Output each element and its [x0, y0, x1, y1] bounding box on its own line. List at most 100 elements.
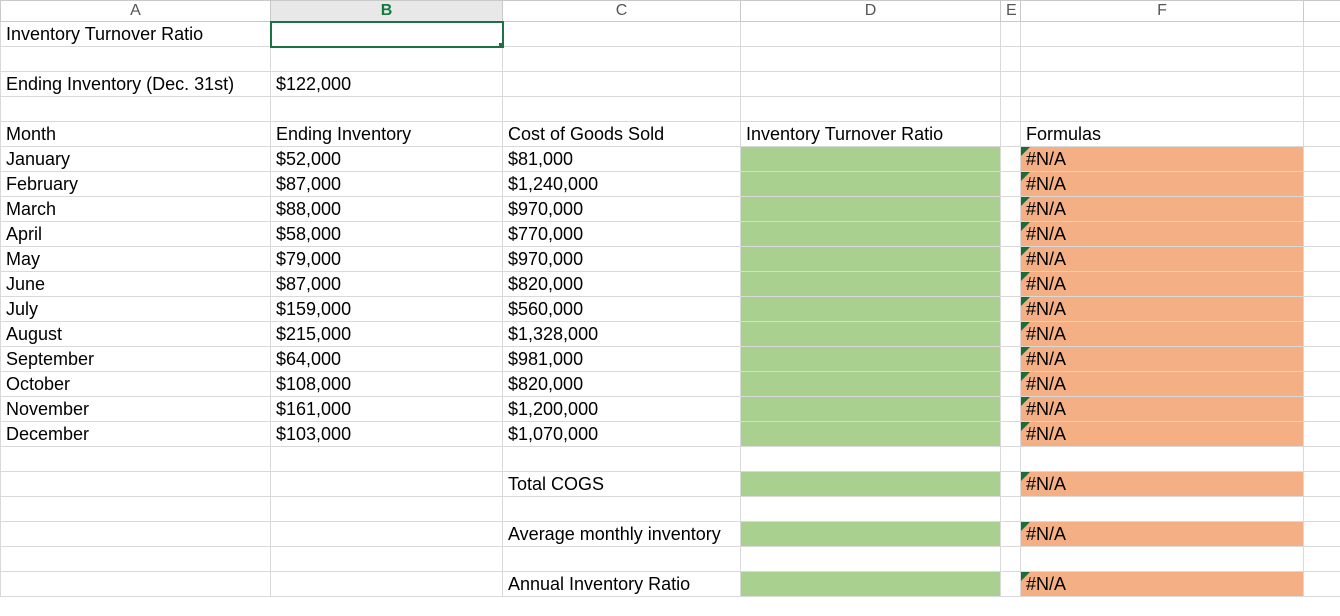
cell[interactable] — [503, 497, 741, 522]
cell[interactable] — [1304, 47, 1340, 72]
cell-ending-inv[interactable]: $87,000 — [271, 272, 503, 297]
row[interactable] — [1, 447, 1340, 472]
col-header-a[interactable]: A — [1, 1, 271, 22]
cell[interactable] — [1001, 172, 1021, 197]
cell[interactable] — [503, 72, 741, 97]
cell-ratio[interactable] — [741, 422, 1001, 447]
cell-ending-inv[interactable]: $215,000 — [271, 322, 503, 347]
cell-ratio[interactable] — [741, 397, 1001, 422]
cell-month[interactable]: April — [1, 222, 271, 247]
cell[interactable] — [1001, 22, 1021, 47]
cell-cogs[interactable]: $1,200,000 — [503, 397, 741, 422]
cell[interactable] — [503, 47, 741, 72]
cell-cogs[interactable]: $81,000 — [503, 147, 741, 172]
cell[interactable] — [1001, 197, 1021, 222]
cell-ratio[interactable] — [741, 247, 1001, 272]
cell-cogs[interactable]: $981,000 — [503, 347, 741, 372]
cell[interactable] — [1001, 497, 1021, 522]
cell-month[interactable]: November — [1, 397, 271, 422]
cell[interactable] — [1304, 472, 1340, 497]
summary-row[interactable]: Total COGS#N/A — [1, 472, 1340, 497]
selected-cell-b1[interactable] — [271, 22, 503, 47]
col-header-c[interactable]: C — [503, 1, 741, 22]
cell[interactable] — [741, 447, 1001, 472]
cell-cogs[interactable]: $1,328,000 — [503, 322, 741, 347]
table-row[interactable]: November$161,000$1,200,000#N/A — [1, 397, 1340, 422]
cell[interactable] — [1, 97, 271, 122]
cell-formula[interactable]: #N/A — [1021, 247, 1304, 272]
cell[interactable] — [1304, 497, 1340, 522]
cell[interactable] — [1304, 547, 1340, 572]
cell[interactable] — [271, 497, 503, 522]
cell-ratio[interactable] — [741, 347, 1001, 372]
cell[interactable] — [271, 522, 503, 547]
cell-month[interactable]: June — [1, 272, 271, 297]
cell[interactable] — [1, 547, 271, 572]
cell[interactable] — [1304, 372, 1340, 397]
cell-ending-inv[interactable]: $159,000 — [271, 297, 503, 322]
total-cogs-value[interactable] — [741, 472, 1001, 497]
annual-ratio-formula[interactable]: #N/A — [1021, 572, 1304, 597]
cell[interactable] — [1001, 147, 1021, 172]
cell[interactable] — [1, 572, 271, 597]
table-row[interactable]: December$103,000$1,070,000#N/A — [1, 422, 1340, 447]
cell-ratio[interactable] — [741, 172, 1001, 197]
cell-cogs[interactable]: $560,000 — [503, 297, 741, 322]
cell-ratio[interactable] — [741, 297, 1001, 322]
cell-ending-inv[interactable]: $52,000 — [271, 147, 503, 172]
cell[interactable] — [1304, 347, 1340, 372]
cell[interactable] — [1001, 522, 1021, 547]
cell[interactable] — [1001, 372, 1021, 397]
cell[interactable] — [1001, 297, 1021, 322]
cell[interactable] — [271, 447, 503, 472]
cell[interactable] — [1304, 447, 1340, 472]
annual-ratio-label[interactable]: Annual Inventory Ratio — [503, 572, 741, 597]
hdr-formulas[interactable]: Formulas — [1021, 122, 1304, 147]
cell[interactable] — [1001, 97, 1021, 122]
cell[interactable] — [1304, 122, 1340, 147]
summary-row[interactable]: Average monthly inventory#N/A — [1, 522, 1340, 547]
col-header-g[interactable] — [1304, 1, 1340, 22]
cell[interactable] — [741, 97, 1001, 122]
table-row[interactable]: March$88,000$970,000#N/A — [1, 197, 1340, 222]
cell-formula[interactable]: #N/A — [1021, 347, 1304, 372]
cell[interactable] — [1304, 22, 1340, 47]
cell-cogs[interactable]: $820,000 — [503, 372, 741, 397]
cell[interactable] — [741, 497, 1001, 522]
cell[interactable] — [1001, 122, 1021, 147]
annual-ratio-value[interactable] — [741, 572, 1001, 597]
table-row[interactable]: August$215,000$1,328,000#N/A — [1, 322, 1340, 347]
total-cogs-formula[interactable]: #N/A — [1021, 472, 1304, 497]
cell[interactable] — [741, 22, 1001, 47]
cell-ending-inv[interactable]: $161,000 — [271, 397, 503, 422]
cell[interactable] — [1001, 47, 1021, 72]
cell[interactable] — [1001, 272, 1021, 297]
cell[interactable] — [1304, 422, 1340, 447]
cell[interactable] — [1304, 397, 1340, 422]
cell-ending-inv[interactable]: $64,000 — [271, 347, 503, 372]
row[interactable] — [1, 47, 1340, 72]
cell[interactable] — [1304, 197, 1340, 222]
col-header-b[interactable]: B — [271, 1, 503, 22]
cell[interactable] — [271, 97, 503, 122]
col-header-f[interactable]: F — [1021, 1, 1304, 22]
cell-cogs[interactable]: $770,000 — [503, 222, 741, 247]
cell[interactable] — [1304, 147, 1340, 172]
table-row[interactable]: October$108,000$820,000#N/A — [1, 372, 1340, 397]
cell-month[interactable]: September — [1, 347, 271, 372]
cell[interactable] — [741, 47, 1001, 72]
ending-inv-value[interactable]: $122,000 — [271, 72, 503, 97]
cell[interactable] — [271, 572, 503, 597]
cell[interactable] — [503, 22, 741, 47]
column-header-row[interactable]: A B C D E F — [1, 1, 1340, 22]
cell[interactable] — [1021, 97, 1304, 122]
avg-inv-formula[interactable]: #N/A — [1021, 522, 1304, 547]
cell[interactable] — [1001, 347, 1021, 372]
cell-cogs[interactable]: $970,000 — [503, 247, 741, 272]
cell[interactable] — [1021, 47, 1304, 72]
cell[interactable] — [1021, 547, 1304, 572]
cell[interactable] — [1, 447, 271, 472]
cell[interactable] — [1304, 172, 1340, 197]
table-row[interactable]: May$79,000$970,000#N/A — [1, 247, 1340, 272]
cell-month[interactable]: December — [1, 422, 271, 447]
